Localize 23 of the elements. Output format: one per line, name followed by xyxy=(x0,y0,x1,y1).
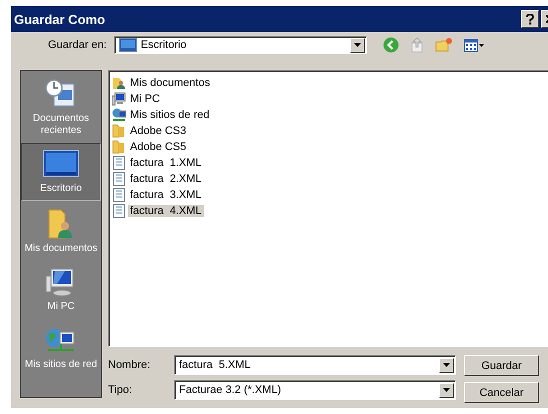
places-item[interactable]: Mis sitios de red xyxy=(21,319,101,377)
places-item[interactable]: Mi PC xyxy=(21,261,101,319)
file-item[interactable]: Adobe CS3 xyxy=(128,125,188,137)
field-label: Tipo: xyxy=(108,384,134,396)
window-title: Guardar Como xyxy=(14,12,106,26)
file-item[interactable]: Mis documentos xyxy=(128,77,212,89)
file-item[interactable]: Mi PC xyxy=(128,93,162,105)
places-item[interactable]: Escritorio xyxy=(21,143,101,201)
file-item[interactable]: Mis sitios de red xyxy=(128,109,212,121)
file-item[interactable]: factura 3.XML xyxy=(128,189,204,201)
file-item[interactable]: factura 1.XML xyxy=(128,157,204,169)
field-label: Nombre: xyxy=(108,359,152,371)
file-item[interactable]: factura 4.XML xyxy=(128,205,204,217)
file-item[interactable]: factura 2.XML xyxy=(128,173,204,185)
dropdown-field[interactable]: Facturae 3.2 (*.XML) xyxy=(174,380,456,400)
location-dropdown[interactable]: Escritorio xyxy=(114,36,367,54)
save-in-label: Guardar en: xyxy=(48,39,107,51)
dropdown-field[interactable]: factura 5.XML xyxy=(174,355,456,375)
file-item[interactable]: Adobe CS5 xyxy=(128,141,188,153)
cancel-button[interactable]: Cancelar xyxy=(464,382,539,403)
save-button[interactable]: Guardar xyxy=(464,355,539,376)
places-item[interactable]: Mis documentos xyxy=(21,201,101,261)
places-item[interactable]: Documentos recientes xyxy=(21,71,101,143)
